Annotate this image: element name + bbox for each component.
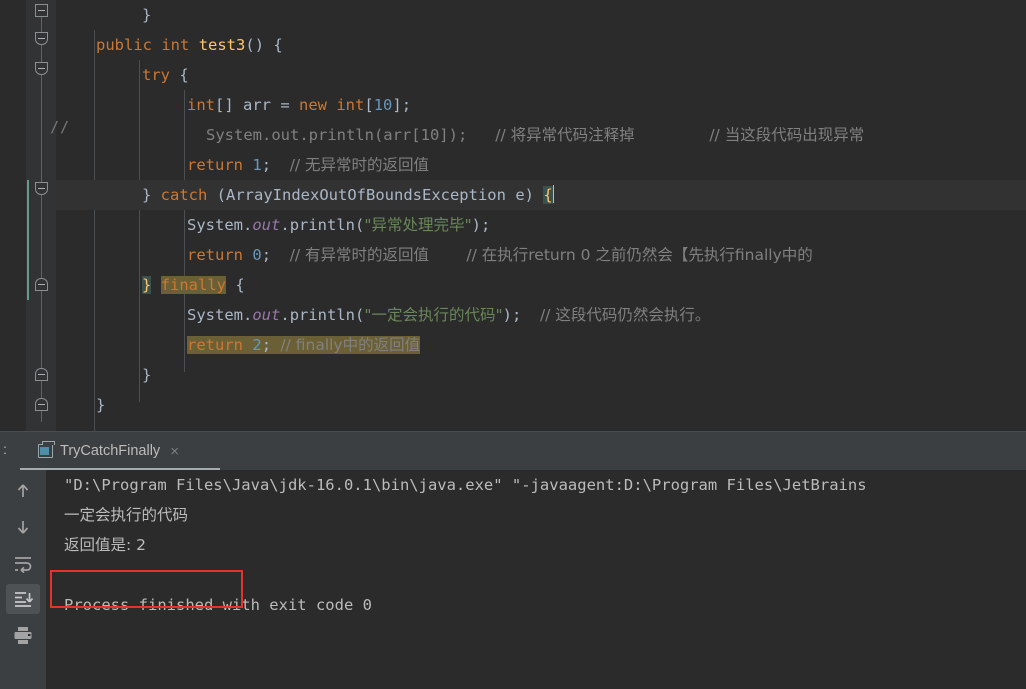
console-line: Process finished with exit code 0 — [64, 596, 372, 614]
comment-has-exception-return: // 有异常时的返回值 — [289, 246, 430, 264]
method-println: println — [289, 216, 356, 234]
number-literal: 1 — [252, 156, 262, 174]
fold-marker-icon[interactable] — [35, 62, 48, 75]
string-literal: "一定会执行的代码" — [364, 306, 503, 324]
fold-marker-icon[interactable] — [35, 32, 48, 45]
variable-arr: arr — [243, 96, 271, 114]
keyword-int: int — [161, 36, 190, 54]
comment-before-return: // 在执行return 0 之前仍然会【先执行finally中的 — [466, 246, 813, 264]
keyword-catch: catch — [160, 186, 208, 204]
run-tool-window: : TryCatchFinally × "D:\Program Files\Ja… — [0, 432, 1026, 689]
string-literal: "异常处理完毕" — [364, 216, 472, 234]
commented-code: System.out.println(arr[10]); — [206, 126, 468, 144]
comment-when-exception: // 当这段代码出现异常 — [709, 126, 865, 144]
code-line-current[interactable]: } catch (ArrayIndexOutOfBoundsException … — [56, 180, 1026, 210]
scroll-to-end-button[interactable] — [6, 584, 40, 614]
comment-comment-out: // 将异常代码注释掉 — [495, 126, 635, 144]
console-text-area[interactable]: "D:\Program Files\Java\jdk-16.0.1\bin\ja… — [46, 470, 1026, 689]
tool-window-label: : — [3, 441, 7, 457]
number-literal: 0 — [252, 246, 262, 264]
field-out: out — [252, 216, 281, 234]
matched-brace: { — [543, 186, 553, 204]
variable-e: e — [515, 186, 525, 204]
keyword-return: return — [187, 156, 243, 174]
idea-window: // } public int test3() { try { int[] ar… — [0, 0, 1026, 689]
comment-no-exception-return: // 无异常时的返回值 — [289, 156, 430, 174]
console-line: 一定会执行的代码 — [64, 506, 189, 524]
code-line[interactable]: } — [56, 360, 1026, 390]
scroll-down-button[interactable] — [6, 512, 40, 542]
run-configuration-icon — [38, 441, 55, 458]
code-editor[interactable]: // } public int test3() { try { int[] ar… — [0, 0, 1026, 432]
gutter-line-number-strip — [0, 0, 26, 432]
console-output-panel[interactable]: "D:\Program Files\Java\jdk-16.0.1\bin\ja… — [0, 470, 1026, 689]
run-tab-trycatchfinally[interactable]: TryCatchFinally × — [30, 436, 187, 466]
code-line[interactable]: System.out.println("一定会执行的代码"); // 这段代码仍… — [56, 300, 1026, 330]
code-line[interactable]: public int test3() { — [56, 30, 1026, 60]
print-button[interactable] — [6, 620, 40, 650]
keyword-int: int — [187, 96, 215, 114]
comment-still-runs: // 这段代码仍然会执行。 — [539, 306, 711, 324]
number-literal: 10 — [373, 96, 393, 114]
class-system: System — [187, 306, 243, 324]
keyword-try: try — [142, 66, 170, 84]
console-line: 返回值是: 2 — [64, 536, 147, 554]
code-line[interactable]: int[] arr = new int[10]; — [56, 90, 1026, 120]
code-line[interactable]: return 1; // 无异常时的返回值 — [56, 150, 1026, 180]
scroll-to-end-icon — [15, 592, 34, 607]
code-lines-container[interactable]: } public int test3() { try { int[] arr =… — [56, 0, 1026, 432]
fold-marker-icon[interactable] — [35, 368, 48, 381]
keyword-public: public — [96, 36, 152, 54]
code-line[interactable]: System.out.println(arr[10]); // 将异常代码注释掉… — [56, 120, 1026, 150]
console-toolbar[interactable] — [0, 470, 46, 689]
exception-type: ArrayIndexOutOfBoundsException — [226, 186, 506, 204]
code-token: } — [142, 366, 152, 384]
scroll-up-button[interactable] — [6, 476, 40, 506]
code-line[interactable]: return 0; // 有异常时的返回值 // 在执行return 0 之前仍… — [56, 240, 1026, 270]
matched-brace: } — [142, 276, 152, 294]
code-line[interactable]: } finally { — [56, 270, 1026, 300]
fold-marker-icon[interactable] — [35, 4, 48, 17]
arrow-up-icon — [17, 484, 29, 497]
fold-marker-icon[interactable] — [35, 182, 48, 195]
fold-marker-icon[interactable] — [35, 398, 48, 411]
code-token: } — [142, 6, 152, 24]
arrow-down-icon — [17, 521, 29, 534]
vcs-change-marker[interactable] — [27, 180, 29, 300]
code-token: } — [96, 396, 106, 414]
number-literal: 2 — [252, 336, 262, 354]
class-system: System — [187, 216, 243, 234]
text-caret — [552, 185, 554, 203]
field-out: out — [252, 306, 281, 324]
soft-wrap-button[interactable] — [6, 548, 40, 578]
keyword-int: int — [336, 96, 365, 114]
keyword-return: return — [187, 246, 243, 264]
console-line: "D:\Program Files\Java\jdk-16.0.1\bin\ja… — [64, 476, 867, 494]
search-match-finally: finally — [160, 276, 227, 294]
printer-icon — [14, 627, 32, 644]
method-name: test3 — [198, 36, 246, 54]
comment-finally-return: // finally中的返回值 — [280, 336, 421, 354]
code-line[interactable]: } — [56, 0, 1026, 30]
run-tab-bar: : TryCatchFinally × — [0, 432, 1026, 471]
fold-marker-icon[interactable] — [35, 278, 48, 291]
keyword-new: new — [299, 96, 327, 114]
soft-wrap-icon — [15, 557, 32, 573]
method-println: println — [289, 306, 356, 324]
keyword-return: return — [187, 336, 243, 354]
code-line[interactable]: return 2; // finally中的返回值 — [56, 330, 1026, 360]
code-line[interactable]: } — [56, 390, 1026, 420]
search-match-return-line: return 2; // finally中的返回值 — [187, 336, 421, 354]
code-line[interactable]: try { — [56, 60, 1026, 90]
run-tab-label: TryCatchFinally — [60, 443, 161, 459]
close-icon[interactable]: × — [170, 443, 179, 460]
code-line[interactable]: System.out.println("异常处理完毕"); — [56, 210, 1026, 240]
